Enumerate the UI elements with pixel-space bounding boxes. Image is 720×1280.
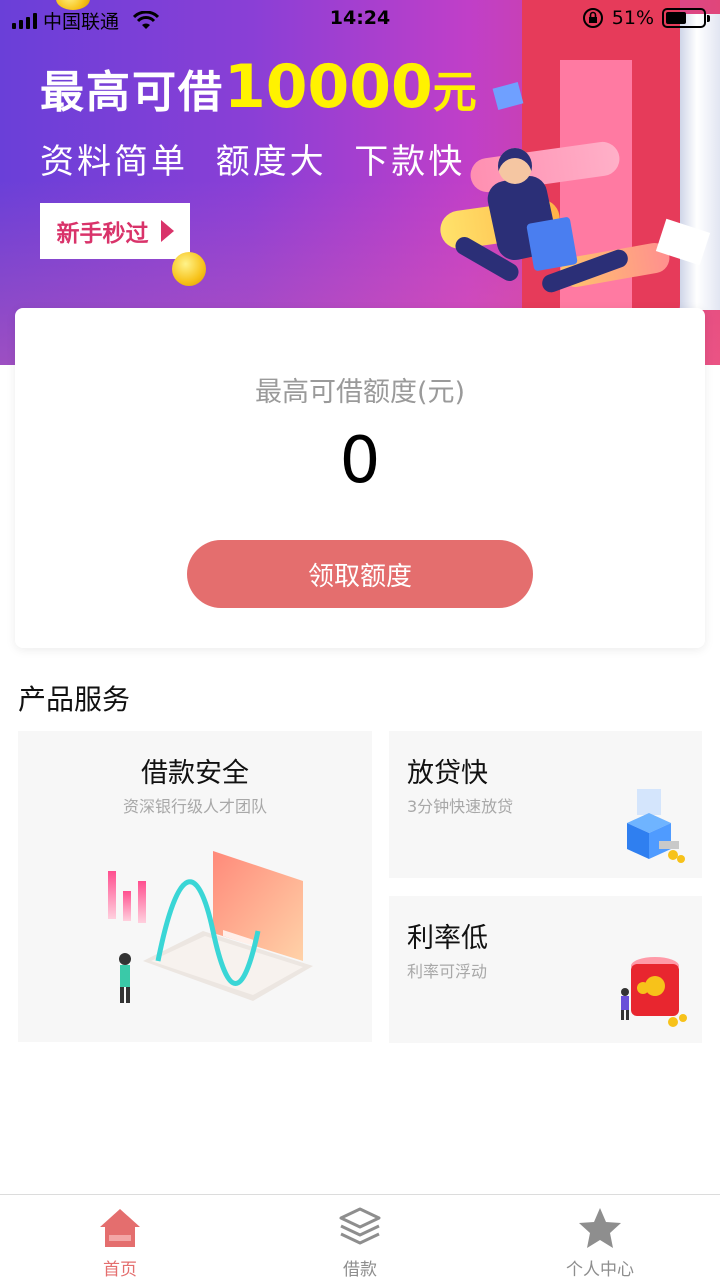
quota-card: 最高可借额度(元) 0 领取额度 <box>15 308 705 648</box>
service-desc: 资深银行级人才团队 <box>122 797 267 816</box>
quota-label: 最高可借额度(元) <box>254 377 466 408</box>
new-user-button[interactable]: 新手秒过 <box>40 203 190 259</box>
service-desc: 利率可浮动 <box>407 962 488 981</box>
banner-title-prefix: 最高可借 <box>40 67 224 118</box>
coin-icon <box>172 252 206 286</box>
laptop-chart-illustration <box>108 851 313 1003</box>
service-card-low-rate[interactable]: 利率低 利率可浮动 <box>389 896 702 1043</box>
section-title: 产品服务 <box>18 683 131 716</box>
briefcase-illustration <box>526 216 578 272</box>
tab-home[interactable]: 首页 <box>0 1195 240 1280</box>
banner-title: 最高可借10000元 <box>40 52 479 122</box>
banner-subtitle: 资料简单 额度大 下款快 <box>40 142 466 182</box>
layers-icon <box>339 1207 381 1245</box>
service-title: 放贷快 <box>407 758 488 789</box>
home-icon <box>100 1209 140 1247</box>
service-desc: 3分钟快速放贷 <box>407 797 514 816</box>
tab-loan[interactable]: 借款 <box>240 1195 480 1280</box>
star-icon <box>579 1208 621 1248</box>
banner-title-amount: 10000 <box>224 52 433 122</box>
service-title: 借款安全 <box>141 758 249 789</box>
status-bar: 中国联通 14:24 51% <box>0 0 720 40</box>
tab-label: 个人中心 <box>566 1260 634 1280</box>
paper-sheet <box>492 82 524 110</box>
service-card-loan-security[interactable]: 借款安全 资深银行级人才团队 <box>18 731 372 1042</box>
battery-percent: 51% <box>611 7 654 29</box>
battery-icon <box>662 8 710 28</box>
quota-value: 0 <box>339 424 381 498</box>
service-card-fast-lending[interactable]: 放贷快 3分钟快速放贷 <box>389 731 702 878</box>
new-user-button-label: 新手秒过 <box>56 221 149 247</box>
get-quota-button[interactable]: 领取额度 <box>187 540 533 608</box>
banner-title-suffix: 元 <box>432 67 479 118</box>
tab-label: 借款 <box>343 1260 377 1280</box>
service-title: 利率低 <box>407 923 488 954</box>
bottom-tab-bar: 首页 借款 个人中心 <box>0 1194 720 1280</box>
runner-figure <box>498 148 532 184</box>
red-envelope-illustration <box>621 957 687 1027</box>
server-box-illustration <box>627 789 685 863</box>
play-arrow-icon <box>160 220 174 242</box>
tab-label: 首页 <box>103 1260 137 1280</box>
rotation-lock-icon <box>582 8 603 28</box>
tab-profile[interactable]: 个人中心 <box>480 1195 720 1280</box>
